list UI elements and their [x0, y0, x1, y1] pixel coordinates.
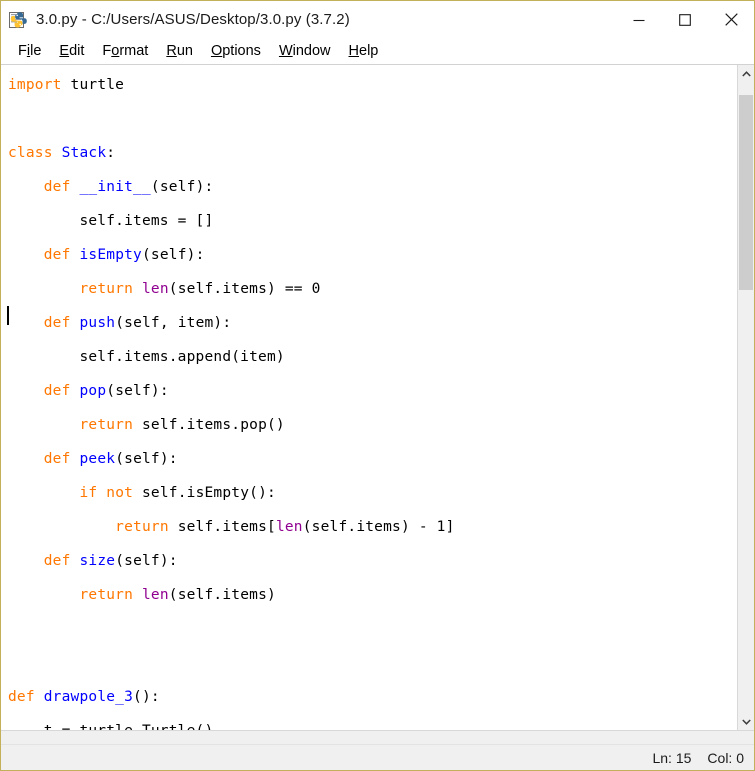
horizontal-scroll-track[interactable]: [1, 731, 754, 744]
code-line: t = turtle.Turtle(): [8, 714, 737, 730]
menu-item-run[interactable]: Run: [157, 43, 202, 59]
chevron-up-icon: [741, 70, 751, 77]
idle-editor-window: 3.0.py - C:/Users/ASUS/Desktop/3.0.py (3…: [0, 0, 755, 771]
code-line: self.items = []: [8, 213, 214, 229]
maximize-button[interactable]: [662, 1, 708, 38]
menu-item-edit[interactable]: Edit: [50, 43, 93, 59]
chevron-down-icon: [741, 718, 751, 725]
menu-item-options[interactable]: Options: [202, 43, 270, 59]
code-line: def peek(self):: [43, 451, 178, 467]
code-line: def pop(self):: [43, 383, 169, 399]
code-line: return self.items.pop(): [79, 417, 285, 433]
code-line: def isEmpty(self):: [43, 247, 205, 263]
code-line: return len(self.items): [79, 587, 276, 603]
code-line: self.items.append(item): [8, 349, 285, 365]
window-controls: [616, 1, 754, 38]
code-line: def push(self, item):: [43, 315, 232, 331]
code-line: def drawpole_3():: [8, 689, 160, 705]
close-button[interactable]: [708, 1, 754, 38]
menu-item-window[interactable]: Window: [270, 43, 340, 59]
status-bar: Ln: 15 Col: 0: [1, 744, 754, 770]
maximize-icon: [679, 13, 691, 26]
column-indicator: Col: 0: [707, 749, 744, 766]
menu-item-format[interactable]: Format: [93, 43, 157, 59]
code-line: def __init__(self):: [43, 179, 214, 195]
scroll-down-button[interactable]: [738, 713, 754, 730]
code-line: import turtle: [8, 77, 125, 93]
vertical-scrollbar[interactable]: [737, 65, 754, 730]
code-line: class Stack:: [8, 145, 116, 161]
minimize-icon: [633, 19, 645, 21]
menu-bar: File Edit Format Run Options Window Help: [1, 38, 754, 65]
minimize-button[interactable]: [616, 1, 662, 38]
window-title: 3.0.py - C:/Users/ASUS/Desktop/3.0.py (3…: [36, 11, 350, 28]
text-caret: [7, 306, 9, 325]
code-text-area[interactable]: import turtle class Stack: def __init__(…: [1, 65, 737, 730]
python-idle-icon: [9, 10, 29, 30]
line-indicator: Ln: 15: [652, 749, 692, 766]
title-bar: 3.0.py - C:/Users/ASUS/Desktop/3.0.py (3…: [1, 1, 754, 38]
scroll-thumb[interactable]: [739, 94, 753, 291]
code-line: return len(self.items) == 0: [79, 281, 321, 297]
close-icon: [724, 13, 738, 26]
horizontal-scrollbar[interactable]: [1, 730, 754, 744]
code-line: def size(self):: [43, 553, 178, 569]
editor-area: import turtle class Stack: def __init__(…: [1, 65, 754, 730]
source-code: import turtle class Stack: def __init__(…: [1, 68, 737, 730]
code-line: if not self.isEmpty():: [79, 485, 276, 501]
code-line: return self.items[len(self.items) - 1]: [115, 519, 455, 535]
menu-item-help[interactable]: Help: [340, 43, 388, 59]
scroll-up-button[interactable]: [738, 65, 754, 82]
menu-item-file[interactable]: File: [9, 43, 50, 59]
